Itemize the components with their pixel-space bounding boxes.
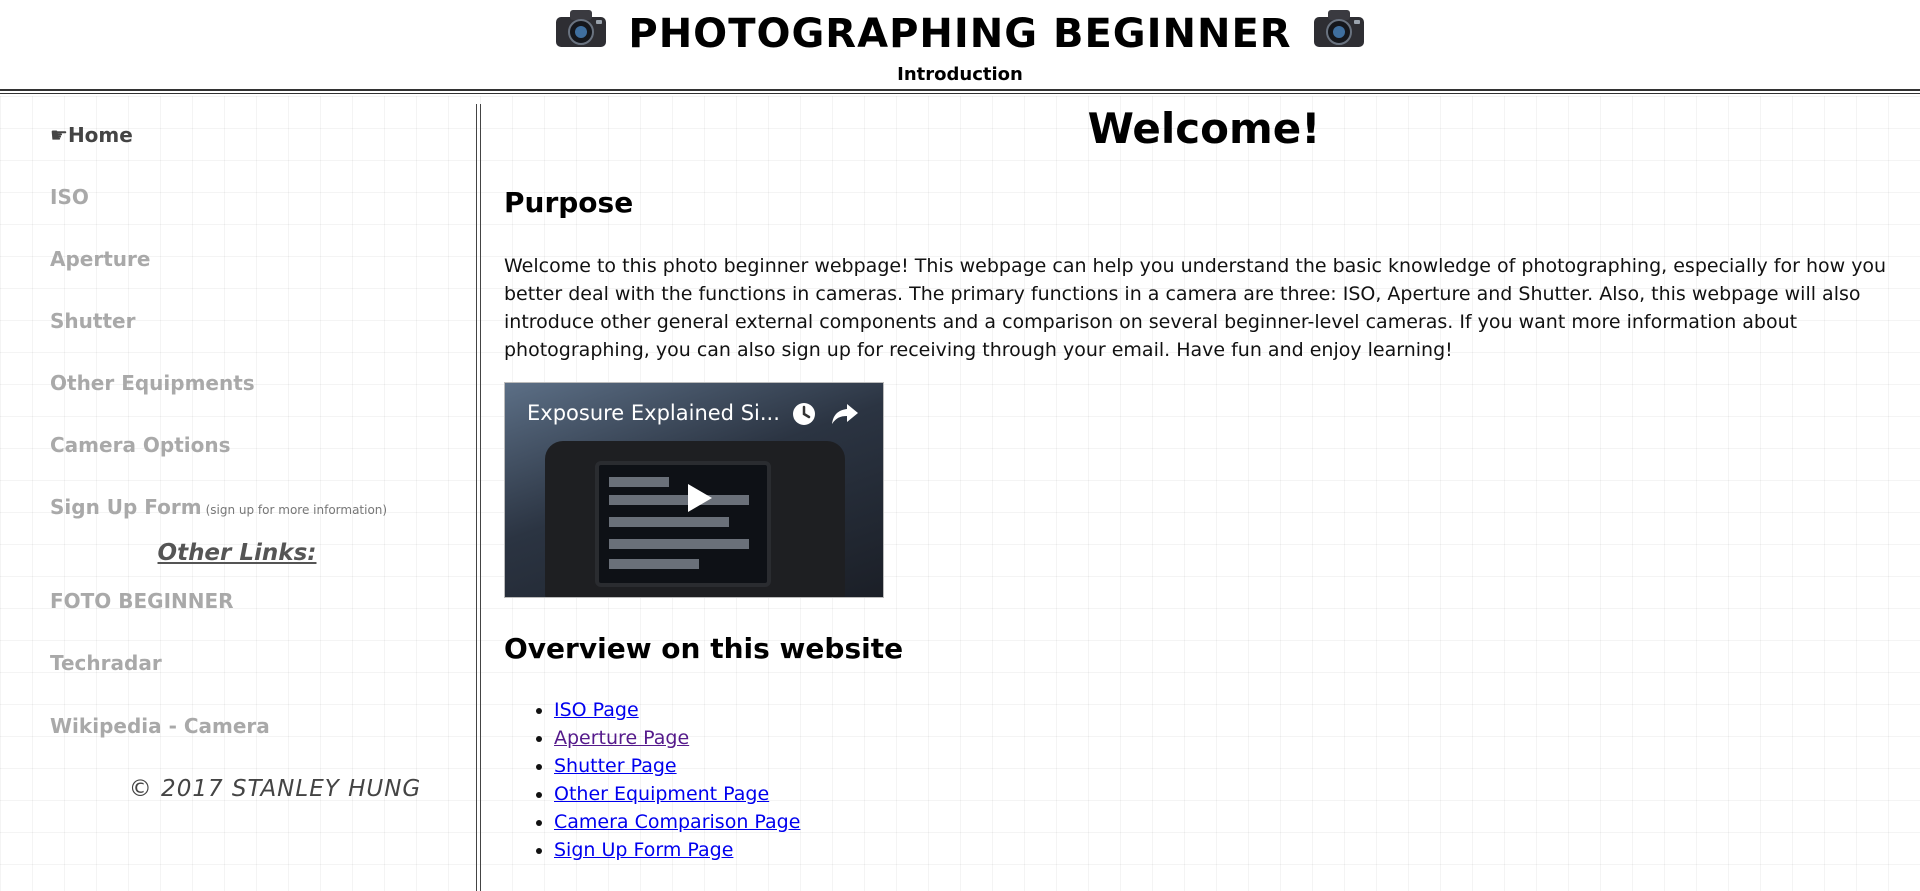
site-header: PHOTOGRAPHING BEGINNER Introduction xyxy=(0,0,1920,94)
shutter-page-link[interactable]: Shutter Page xyxy=(554,755,677,777)
overview-link-list: ISO Page Aperture Page Shutter Page Othe… xyxy=(504,696,800,864)
header-divider xyxy=(0,89,1920,94)
page-title: Welcome! xyxy=(1087,104,1321,153)
overview-heading: Overview on this website xyxy=(504,632,904,665)
sidebar-divider xyxy=(476,104,481,891)
sidebar-link-wikipedia-camera[interactable]: Wikipedia - Camera xyxy=(50,714,270,738)
copyright: © 2017 STANLEY HUNG xyxy=(128,776,422,802)
list-item: Shutter Page xyxy=(554,752,800,780)
header-title-row: PHOTOGRAPHING BEGINNER xyxy=(0,4,1920,64)
list-item: Camera Comparison Page xyxy=(554,808,800,836)
sidebar-item-home[interactable]: ☛Home xyxy=(50,123,133,147)
share-icon[interactable] xyxy=(831,401,859,427)
purpose-heading: Purpose xyxy=(504,186,634,219)
sign-up-form-page-link[interactable]: Sign Up Form Page xyxy=(554,839,733,861)
purpose-text: Welcome to this photo beginner webpage! … xyxy=(504,255,1887,361)
sidebar-item-iso[interactable]: ISO xyxy=(50,185,89,209)
sidebar-link-foto-beginner[interactable]: FOTO BEGINNER xyxy=(50,589,234,613)
other-equipment-page-link[interactable]: Other Equipment Page xyxy=(554,783,769,805)
video-title: Exposure Explained Si... xyxy=(527,401,780,425)
site-title: PHOTOGRAPHING BEGINNER xyxy=(628,11,1292,57)
video-player[interactable]: Exposure Explained Si... xyxy=(504,382,884,598)
sidebar-item-label: Home xyxy=(67,123,133,147)
camera-icon xyxy=(556,10,607,47)
sidebar-item-note: (sign up for more information) xyxy=(205,503,388,517)
camera-icon xyxy=(1313,10,1364,47)
camera-comparison-page-link[interactable]: Camera Comparison Page xyxy=(554,811,800,833)
clock-icon[interactable] xyxy=(791,401,817,427)
list-item: Sign Up Form Page xyxy=(554,836,800,864)
sidebar-link-techradar[interactable]: Techradar xyxy=(50,651,162,675)
sidebar-item-sign-up-form[interactable]: Sign Up Form (sign up for more informatio… xyxy=(50,495,387,519)
sidebar-item-label: Sign Up Form xyxy=(50,495,202,519)
pointing-hand-icon: ☛ xyxy=(50,123,68,147)
page-subtitle: Introduction xyxy=(897,64,1023,85)
sidebar-item-other-equipments[interactable]: Other Equipments xyxy=(50,371,255,395)
other-links-heading: Other Links: xyxy=(157,540,317,566)
list-item: Other Equipment Page xyxy=(554,780,800,808)
sidebar-item-aperture[interactable]: Aperture xyxy=(50,247,150,271)
iso-page-link[interactable]: ISO Page xyxy=(554,699,639,721)
list-item: ISO Page xyxy=(554,696,800,724)
aperture-page-link[interactable]: Aperture Page xyxy=(554,727,689,749)
sidebar-item-shutter[interactable]: Shutter xyxy=(50,309,135,333)
main-content: Welcome! Purpose Welcome to this photo b… xyxy=(504,104,1904,891)
play-icon[interactable] xyxy=(676,476,720,520)
sidebar-nav: ☛Home ISO Aperture Shutter Other Equipme… xyxy=(0,104,474,891)
sidebar-item-camera-options[interactable]: Camera Options xyxy=(50,433,231,457)
list-item: Aperture Page xyxy=(554,724,800,752)
